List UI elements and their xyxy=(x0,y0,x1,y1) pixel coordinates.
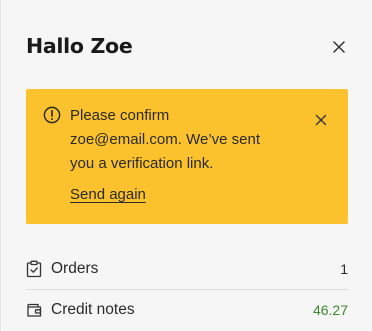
alert-message-line: you a verification link. xyxy=(70,155,214,172)
page-title: Hallo Zoe xyxy=(26,34,133,58)
account-panel: Hallo Zoe Please confirm zoe@email.com. … xyxy=(0,0,372,331)
wallet-icon xyxy=(27,303,42,317)
alert-message: Please confirm zoe@email.com. We’ve sent… xyxy=(70,104,320,176)
panel-header: Hallo Zoe xyxy=(26,31,352,61)
menu-item-label: Credit notes xyxy=(51,301,135,318)
close-icon xyxy=(333,41,345,53)
send-again-link[interactable]: Send again xyxy=(70,183,146,207)
alert-message-line: Please confirm xyxy=(70,107,170,124)
alert-message-line: zoe@email.com. We’ve sent xyxy=(70,131,261,148)
menu-item-label: Orders xyxy=(51,260,99,277)
warning-circle-icon xyxy=(43,106,61,124)
close-button[interactable] xyxy=(332,39,346,53)
alert-close-button[interactable] xyxy=(315,111,327,126)
verification-alert: Please confirm zoe@email.com. We’ve sent… xyxy=(26,89,348,224)
menu-item-credit-notes[interactable]: Credit notes 46.27 xyxy=(26,290,348,330)
clipboard-check-icon xyxy=(26,260,42,278)
menu-item-orders[interactable]: Orders 1 xyxy=(26,249,348,289)
credit-notes-amount: 46.27 xyxy=(312,302,348,318)
close-icon xyxy=(315,114,327,126)
orders-count: 1 xyxy=(340,261,348,277)
